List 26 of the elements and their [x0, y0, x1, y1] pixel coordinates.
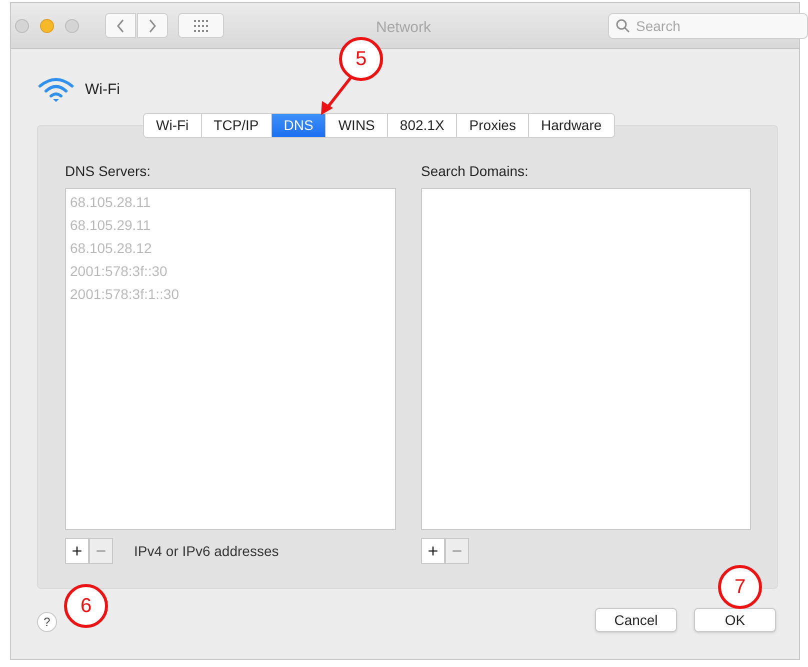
tab[interactable]: Hardware: [528, 114, 614, 137]
zoom-button[interactable]: [65, 18, 79, 32]
wifi-icon: [37, 77, 75, 103]
add-button[interactable]: +: [65, 538, 89, 564]
forward-button[interactable]: [137, 13, 168, 38]
add-button[interactable]: +: [421, 538, 445, 564]
chevron-right-icon: [148, 18, 157, 32]
search-icon: [616, 19, 630, 33]
list-label: DNS Servers:: [65, 162, 152, 181]
chevron-left-icon: [116, 18, 125, 32]
help-button[interactable]: ?: [37, 612, 57, 632]
grid-icon: [194, 20, 208, 32]
hint-text: IPv4 or IPv6 addresses: [134, 542, 279, 560]
ok-button[interactable]: OK: [694, 608, 776, 632]
minimize-button[interactable]: [40, 18, 54, 32]
close-button[interactable]: [15, 18, 29, 32]
show-all-button[interactable]: [178, 13, 224, 38]
list-label: Search Domains:: [421, 162, 530, 181]
cancel-button[interactable]: Cancel: [595, 608, 677, 632]
back-button[interactable]: [105, 13, 136, 38]
window-title: Network: [376, 18, 432, 38]
search-field[interactable]: Search: [608, 13, 808, 39]
interface-name: Wi-Fi: [85, 80, 120, 100]
callout-arrow: [321, 75, 354, 115]
tab[interactable]: DNS: [270, 114, 326, 137]
list-box[interactable]: [421, 188, 751, 530]
